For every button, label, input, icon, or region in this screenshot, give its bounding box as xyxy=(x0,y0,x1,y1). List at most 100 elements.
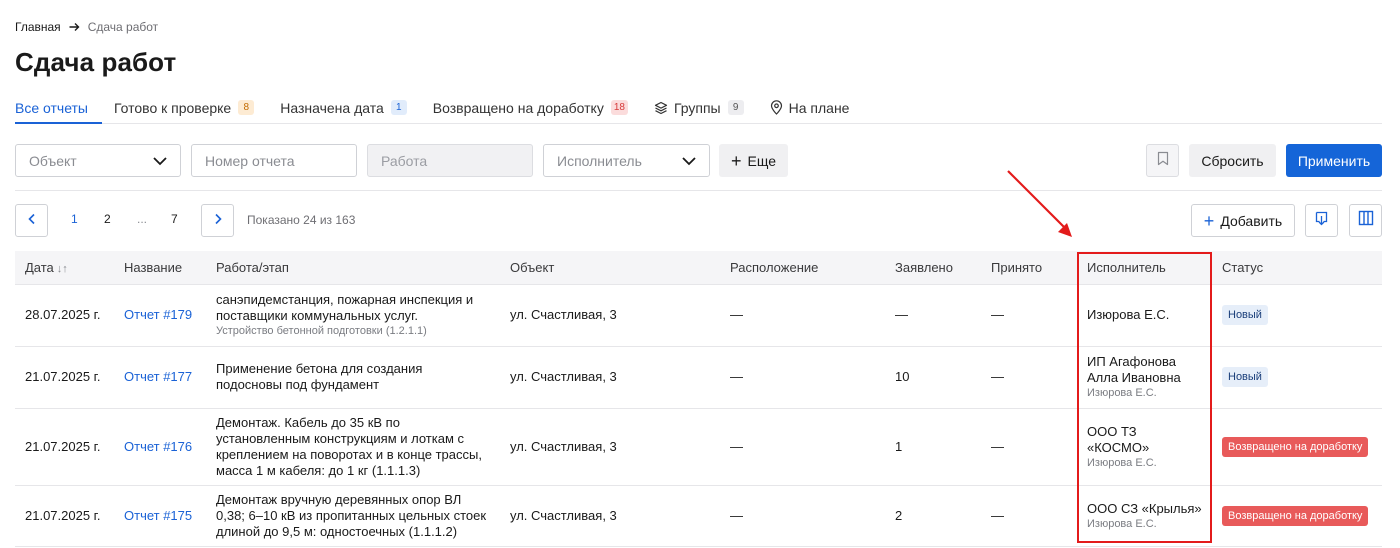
cell-status: Возвращено на доработку xyxy=(1212,408,1382,486)
download-icon xyxy=(1314,211,1329,231)
column-header-accepted: Принято xyxy=(981,251,1077,285)
apply-button[interactable]: Применить xyxy=(1286,144,1382,177)
object-select[interactable]: Объект xyxy=(15,144,181,177)
layers-icon xyxy=(654,101,668,115)
plus-icon: + xyxy=(730,150,742,171)
tab-label: Возвращено на доработку xyxy=(432,99,604,116)
executor-subtitle: Изюрова Е.С. xyxy=(1087,387,1157,399)
object-select-placeholder: Объект xyxy=(29,152,77,169)
add-button[interactable]: + Добавить xyxy=(1191,204,1295,237)
download-button[interactable] xyxy=(1305,204,1338,237)
tab-label: На плане xyxy=(788,99,850,116)
cell-declared: 2 xyxy=(885,485,981,547)
page-2[interactable]: 2 xyxy=(104,212,111,226)
cell-object: ул. Счастливая, 3 xyxy=(500,408,720,486)
executor-select[interactable]: Исполнитель xyxy=(543,144,710,177)
arrow-right-icon xyxy=(69,22,80,32)
tab-returned-for-revision[interactable]: Возвращено на доработку 18 xyxy=(433,92,628,123)
column-header-name: Название xyxy=(114,251,206,285)
report-link[interactable]: Отчет #175 xyxy=(124,508,192,523)
column-header-declared: Заявлено xyxy=(885,251,981,285)
executor-name: Изюрова Е.С. xyxy=(1087,307,1170,322)
executor-name: ООО ТЗ «КОСМО» xyxy=(1087,423,1150,455)
chevron-left-icon xyxy=(27,212,37,230)
cell-object: ул. Счастливая, 3 xyxy=(500,346,720,409)
column-header-status: Статус xyxy=(1212,251,1382,285)
cell-status: Возвращено на доработку xyxy=(1212,485,1382,547)
more-filters-button[interactable]: + Еще xyxy=(719,144,788,177)
report-link[interactable]: Отчет #176 xyxy=(124,439,192,454)
cell-declared: 1 xyxy=(885,408,981,486)
breadcrumb: Главная Сдача работ xyxy=(15,19,158,35)
cell-date: 21.07.2025 г. xyxy=(15,408,114,486)
page-title: Сдача работ xyxy=(15,47,177,77)
cell-object: ул. Счастливая, 3 xyxy=(500,284,720,347)
cell-name: Отчет #177 xyxy=(114,346,206,409)
tab-label: Группы xyxy=(673,99,721,116)
tab-label: Назначена дата xyxy=(280,99,384,116)
cell-status: Новый xyxy=(1212,284,1382,347)
work-title: Демонтаж. Кабель до 35 кВ по установленн… xyxy=(216,414,482,478)
cell-work: Применение бетона для создания подосновы… xyxy=(206,346,500,409)
status-badge: Возвращено на доработку xyxy=(1222,436,1369,457)
status-badge: Новый xyxy=(1222,305,1268,325)
reports-table: Дата ↓↑ Название Работа/этап Объект Распо… xyxy=(15,251,1382,547)
cell-location: — xyxy=(720,408,885,486)
filter-bar: Объект Номер отчета Работа Исполнитель +… xyxy=(15,144,1382,178)
table-row[interactable]: 21.07.2025 г. Отчет #177 Применение бето… xyxy=(15,346,1382,409)
table-row[interactable]: 21.07.2025 г. Отчет #176 Демонтаж. Кабел… xyxy=(15,408,1382,486)
breadcrumb-home[interactable]: Главная xyxy=(15,20,61,34)
table-row[interactable]: 21.07.2025 г. Отчет #175 Демонтаж вручну… xyxy=(15,485,1382,547)
cell-location: — xyxy=(720,284,885,347)
report-number-placeholder: Номер отчета xyxy=(205,152,295,169)
work-input[interactable]: Работа xyxy=(367,144,533,177)
table-header-row: Дата ↓↑ Название Работа/этап Объект Распо… xyxy=(15,251,1382,285)
tab-date-assigned[interactable]: Назначена дата 1 xyxy=(280,92,407,123)
cell-accepted: — xyxy=(981,408,1077,486)
executor-name: ИП Агафонова Алла Ивановна xyxy=(1087,354,1181,385)
report-link[interactable]: Отчет #177 xyxy=(124,369,192,384)
breadcrumb-current: Сдача работ xyxy=(87,20,159,34)
chevron-down-icon xyxy=(681,153,697,172)
table-row[interactable]: 28.07.2025 г. Отчет #179 санэпидемстанци… xyxy=(15,284,1382,347)
cell-location: — xyxy=(720,346,885,409)
count-badge: 8 xyxy=(238,100,255,115)
report-link[interactable]: Отчет #179 xyxy=(124,307,192,322)
tab-all-reports[interactable]: Все отчеты xyxy=(15,92,102,124)
column-header-date[interactable]: Дата ↓↑ xyxy=(15,251,114,285)
prev-page-button[interactable] xyxy=(15,204,48,237)
executor-select-placeholder: Исполнитель xyxy=(557,152,642,169)
page-ellipsis: ... xyxy=(137,212,148,226)
column-header-work: Работа/этап xyxy=(206,251,500,285)
add-button-label: Добавить xyxy=(1220,212,1283,229)
columns-icon xyxy=(1358,210,1374,231)
sort-icon[interactable]: ↓↑ xyxy=(57,263,68,275)
column-header-location: Расположение xyxy=(720,251,885,285)
tab-ready-for-review[interactable]: Готово к проверке 8 xyxy=(114,92,255,123)
column-header-executor: Исполнитель xyxy=(1077,251,1212,285)
tab-groups[interactable]: Группы 9 xyxy=(654,92,744,123)
more-filters-label: Еще xyxy=(747,152,777,169)
cell-declared: 10 xyxy=(885,346,981,409)
columns-settings-button[interactable] xyxy=(1349,204,1382,237)
cell-location: — xyxy=(720,485,885,547)
executor-subtitle: Изюрова Е.С. xyxy=(1087,456,1157,469)
next-page-button[interactable] xyxy=(201,204,234,237)
cell-name: Отчет #175 xyxy=(114,485,206,547)
cell-status: Новый xyxy=(1212,346,1382,409)
cell-work: санэпидемстанция, пожарная инспекция и п… xyxy=(206,284,500,347)
cell-declared: — xyxy=(885,284,981,347)
plus-icon: + xyxy=(1203,210,1215,231)
executor-name: ООО СЗ «Крылья» xyxy=(1087,500,1202,516)
reset-button[interactable]: Сбросить xyxy=(1189,144,1276,177)
page-7[interactable]: 7 xyxy=(171,212,178,226)
work-placeholder: Работа xyxy=(381,152,428,169)
report-number-input[interactable]: Номер отчета xyxy=(191,144,357,177)
tab-label: Все отчеты xyxy=(15,99,88,116)
page-1[interactable]: 1 xyxy=(71,212,78,226)
cell-accepted: — xyxy=(981,485,1077,547)
bookmark-button[interactable] xyxy=(1146,144,1179,177)
tab-on-plan[interactable]: На плане xyxy=(770,92,850,123)
cell-object: ул. Счастливая, 3 xyxy=(500,485,720,547)
tab-bar: Все отчеты Готово к проверке 8 Назначена… xyxy=(15,92,1382,124)
